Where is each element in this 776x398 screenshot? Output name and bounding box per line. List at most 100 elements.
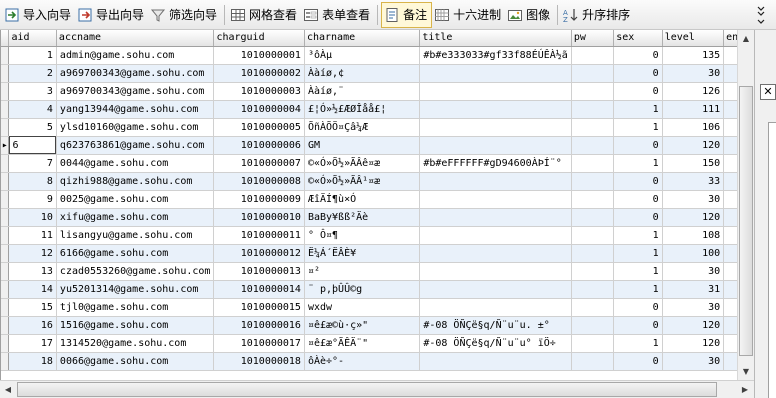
column-header-sex[interactable]: sex [613,30,663,47]
column-header-pw[interactable]: pw [571,30,615,47]
scroll-right-button[interactable]: ▶ [737,381,753,398]
memo-button[interactable]: 备注 [381,1,433,28]
table-row[interactable]: 16 1516@game.sohu.com 1010000016 ¤ê£æ©ù·ç»"… [1,316,754,335]
cell-pw[interactable] [571,280,615,299]
cell-pw[interactable] [571,244,615,263]
vertical-scroll-thumb[interactable] [739,86,753,356]
cell-charname[interactable]: Ààíø,¢ [304,64,421,83]
table-row[interactable]: 18 0066@game.sohu.com 1010000018 ôÀè÷°- 0 30 [1,352,754,371]
table-row[interactable]: 5 ylsd10160@game.sohu.com 1010000005 ÕñÀÕÖ¤… [1,118,754,137]
cell-sex[interactable]: 1 [613,100,663,119]
cell-title[interactable] [419,226,572,245]
cell-pw[interactable] [571,136,615,155]
row-header[interactable] [1,244,10,263]
cell-sex[interactable]: 0 [613,64,663,83]
row-header[interactable] [1,316,10,335]
cell-pw[interactable] [571,154,615,173]
cell-level[interactable]: 120 [662,208,725,227]
cell-aid[interactable]: 15 [8,298,57,317]
cell-aid[interactable]: 17 [8,334,57,353]
horizontal-scrollbar[interactable]: ◀ ▶ [0,380,754,398]
row-header[interactable] [1,298,10,317]
column-header-level[interactable]: level [662,30,725,47]
cell-charname[interactable]: ³ôÀµ [304,46,421,65]
cell-level[interactable]: 120 [662,316,725,335]
cell-aid[interactable]: 13 [8,262,57,281]
cell-level[interactable]: 30 [662,190,725,209]
cell-accname[interactable]: 0066@game.sohu.com [56,352,215,371]
cell-aid[interactable]: 1 [8,46,57,65]
cell-charguid[interactable]: 1010000001 [213,46,305,65]
table-row[interactable]: 9 0025@game.sohu.com 1010000009 ÆîÄÍ¶ù×Ó 0 30 [1,190,754,209]
cell-charname[interactable]: wxdw [304,298,421,317]
cell-charguid[interactable]: 1010000011 [213,226,305,245]
cell-title[interactable] [419,136,572,155]
cell-charguid[interactable]: 1010000012 [213,244,305,263]
cell-accname[interactable]: yu5201314@game.sohu.com [56,280,215,299]
cell-sex[interactable]: 0 [613,46,663,65]
cell-title[interactable] [419,172,572,191]
row-header[interactable] [1,64,10,83]
cell-title[interactable] [419,352,572,371]
cell-level[interactable]: 33 [662,172,725,191]
cell-title[interactable]: #-08 ÖÑÇë§q/Ñ¨u¨u. ±° [419,316,572,335]
cell-sex[interactable]: 0 [613,298,663,317]
cell-charguid[interactable]: 1010000017 [213,334,305,353]
cell-aid[interactable]: 16 [8,316,57,335]
cell-title[interactable] [419,64,572,83]
cell-sex[interactable]: 1 [613,244,663,263]
horizontal-scroll-thumb[interactable] [17,382,717,397]
cell-accname[interactable]: ylsd10160@game.sohu.com [56,118,215,137]
table-row[interactable]: 17 1314520@game.sohu.com 1010000017 ¤ê£æ°ÃÊ… [1,334,754,353]
row-header[interactable] [1,118,10,137]
sort-ascending-button[interactable]: AZ 升序排序 [561,2,634,28]
cell-accname[interactable]: 0044@game.sohu.com [56,154,215,173]
row-header[interactable] [1,46,10,65]
cell-pw[interactable] [571,334,615,353]
cell-accname[interactable]: a969700343@game.sohu.com [56,64,215,83]
cell-charguid[interactable]: 1010000007 [213,154,305,173]
cell-sex[interactable]: 1 [613,118,663,137]
cell-accname[interactable]: 6166@game.sohu.com [56,244,215,263]
cell-charguid[interactable]: 1010000006 [213,136,305,155]
cell-sex[interactable]: 0 [613,172,663,191]
cell-charname[interactable]: ôÀè÷°- [304,352,421,371]
cell-accname[interactable]: a969700343@game.sohu.com [56,82,215,101]
scroll-down-button[interactable]: ▼ [738,363,754,380]
row-header[interactable] [1,262,10,281]
row-header[interactable] [1,226,10,245]
cell-title[interactable] [419,262,572,281]
cell-accname[interactable]: tjl0@game.sohu.com [56,298,215,317]
cell-level[interactable]: 100 [662,244,725,263]
cell-sex[interactable]: 0 [613,136,663,155]
cell-charname[interactable]: ° Ô¤¶ [304,226,421,245]
cell-charguid[interactable]: 1010000015 [213,298,305,317]
column-header-accname[interactable]: accname [56,30,215,47]
cell-pw[interactable] [571,100,615,119]
import-wizard-button[interactable]: 导入向导 [2,2,75,28]
cell-charguid[interactable]: 1010000004 [213,100,305,119]
cell-level[interactable]: 30 [662,64,725,83]
cell-aid[interactable]: 7 [8,154,57,173]
export-wizard-button[interactable]: 导出向导 [75,2,148,28]
cell-level[interactable]: 126 [662,82,725,101]
cell-accname[interactable]: 1314520@game.sohu.com [56,334,215,353]
hex-button[interactable]: 十六进制 [432,2,505,28]
cell-charguid[interactable]: 1010000014 [213,280,305,299]
table-row[interactable]: 13 czad0553260@game.sohu.com 1010000013 ¤² 1… [1,262,754,281]
cell-level[interactable]: 30 [662,262,725,281]
toolbar-overflow-button[interactable] [756,2,766,27]
cell-charname[interactable]: Ààíø,¨ [304,82,421,101]
cell-charname[interactable]: ÕñÀÕÖ¤Çâ¼Æ [304,118,421,137]
row-header[interactable] [1,208,10,227]
table-row[interactable]: 2 a969700343@game.sohu.com 1010000002 Ààíø,… [1,64,754,83]
cell-level[interactable]: 108 [662,226,725,245]
row-header[interactable] [1,154,10,173]
cell-level[interactable]: 31 [662,280,725,299]
cell-aid[interactable]: 5 [8,118,57,137]
cell-sex[interactable]: 1 [613,262,663,281]
cell-aid[interactable]: 11 [8,226,57,245]
cell-level[interactable]: 111 [662,100,725,119]
cell-title[interactable] [419,190,572,209]
cell-level[interactable]: 120 [662,136,725,155]
